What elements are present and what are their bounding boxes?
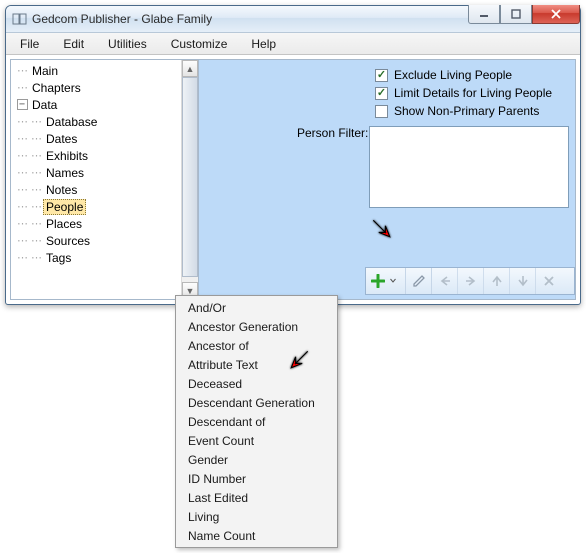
- content-pane: Exclude Living People Limit Details for …: [199, 59, 576, 300]
- app-icon: [12, 12, 28, 26]
- scroll-up-button[interactable]: ▲: [182, 60, 198, 77]
- x-icon: [542, 274, 556, 288]
- add-filter-button[interactable]: [366, 268, 406, 294]
- tree-item-main[interactable]: ⋯Main: [11, 62, 198, 79]
- filter-toolbar: [365, 267, 575, 295]
- tree-label: Names: [43, 166, 87, 180]
- check-exclude-living[interactable]: Exclude Living People: [375, 66, 567, 84]
- check-label: Show Non-Primary Parents: [394, 104, 539, 118]
- tree-label: Sources: [43, 234, 93, 248]
- edit-filter-button[interactable]: [406, 268, 432, 294]
- add-filter-menu: And/Or Ancestor Generation Ancestor of A…: [175, 295, 338, 548]
- menu-item-ancestor-gen[interactable]: Ancestor Generation: [176, 317, 337, 336]
- menu-edit[interactable]: Edit: [51, 34, 96, 54]
- tree-scrollbar[interactable]: ▲ ▼: [181, 60, 198, 299]
- tree-label: Database: [43, 115, 100, 129]
- menu-item-id-number[interactable]: ID Number: [176, 469, 337, 488]
- move-right-button[interactable]: [458, 268, 484, 294]
- window-controls: [468, 5, 580, 24]
- menu-item-attribute-text[interactable]: Attribute Text: [176, 355, 337, 374]
- move-left-button[interactable]: [432, 268, 458, 294]
- tree-label: Places: [43, 217, 85, 231]
- tree-item-notes[interactable]: ⋯⋯Notes: [11, 181, 198, 198]
- menu-item-last-edited[interactable]: Last Edited: [176, 488, 337, 507]
- tree-label: Tags: [43, 251, 74, 265]
- tree-item-database[interactable]: ⋯⋯Database: [11, 113, 198, 130]
- arrow-up-icon: [490, 274, 504, 288]
- checkbox-icon: [375, 69, 388, 82]
- plus-icon: [371, 274, 385, 288]
- menu-help[interactable]: Help: [239, 34, 288, 54]
- menu-item-andor[interactable]: And/Or: [176, 298, 337, 317]
- tree-item-dates[interactable]: ⋯⋯Dates: [11, 130, 198, 147]
- menu-customize[interactable]: Customize: [159, 34, 240, 54]
- move-down-button[interactable]: [510, 268, 536, 294]
- arrow-right-icon: [464, 274, 478, 288]
- menu-file[interactable]: File: [8, 34, 51, 54]
- menu-item-descendant-of[interactable]: Descendant of: [176, 412, 337, 431]
- tree-label: Dates: [43, 132, 80, 146]
- tree-label: People: [43, 199, 86, 215]
- tree-item-names[interactable]: ⋯⋯Names: [11, 164, 198, 181]
- checkbox-icon: [375, 105, 388, 118]
- filter-listbox[interactable]: [369, 126, 569, 208]
- tree-label: Main: [29, 64, 61, 78]
- maximize-button[interactable]: [500, 5, 532, 24]
- tree-label: Data: [29, 98, 60, 112]
- minimize-button[interactable]: [468, 5, 500, 24]
- pencil-icon: [412, 274, 426, 288]
- options-group: Exclude Living People Limit Details for …: [375, 66, 567, 120]
- chevron-down-icon: [386, 274, 400, 288]
- menu-item-name-count[interactable]: Name Count: [176, 526, 337, 545]
- check-limit-details[interactable]: Limit Details for Living People: [375, 84, 567, 102]
- tree-item-exhibits[interactable]: ⋯⋯Exhibits: [11, 147, 198, 164]
- arrow-left-icon: [438, 274, 452, 288]
- tree-item-tags[interactable]: ⋯⋯Tags: [11, 249, 198, 266]
- collapse-icon[interactable]: −: [17, 99, 28, 110]
- close-button[interactable]: [532, 5, 580, 24]
- tree-item-chapters[interactable]: ⋯Chapters: [11, 79, 198, 96]
- menu-item-descendant-gen[interactable]: Descendant Generation: [176, 393, 337, 412]
- tree-item-people[interactable]: ⋯⋯People: [11, 198, 198, 215]
- menu-item-living[interactable]: Living: [176, 507, 337, 526]
- filter-label: Person Filter:: [297, 126, 368, 140]
- nav-tree[interactable]: ⋯Main⋯Chapters−Data⋯⋯Database⋯⋯Dates⋯⋯Ex…: [10, 59, 199, 300]
- arrow-down-icon: [516, 274, 530, 288]
- tree-label: Exhibits: [43, 149, 91, 163]
- window-title: Gedcom Publisher - Glabe Family: [32, 12, 212, 26]
- move-up-button[interactable]: [484, 268, 510, 294]
- tree-label: Notes: [43, 183, 80, 197]
- check-non-primary[interactable]: Show Non-Primary Parents: [375, 102, 567, 120]
- delete-filter-button[interactable]: [536, 268, 562, 294]
- tree-item-sources[interactable]: ⋯⋯Sources: [11, 232, 198, 249]
- titlebar: Gedcom Publisher - Glabe Family: [6, 6, 580, 33]
- menubar: File Edit Utilities Customize Help: [6, 33, 580, 55]
- menu-item-event-count[interactable]: Event Count: [176, 431, 337, 450]
- check-label: Exclude Living People: [394, 68, 512, 82]
- tree-item-data[interactable]: −Data: [11, 96, 198, 113]
- window-body: ⋯Main⋯Chapters−Data⋯⋯Database⋯⋯Dates⋯⋯Ex…: [6, 55, 580, 304]
- tree-item-places[interactable]: ⋯⋯Places: [11, 215, 198, 232]
- tree-label: Chapters: [29, 81, 84, 95]
- menu-item-gender[interactable]: Gender: [176, 450, 337, 469]
- menu-item-deceased[interactable]: Deceased: [176, 374, 337, 393]
- app-window: Gedcom Publisher - Glabe Family File Edi…: [5, 5, 581, 305]
- menu-item-ancestor-of[interactable]: Ancestor of: [176, 336, 337, 355]
- check-label: Limit Details for Living People: [394, 86, 552, 100]
- scroll-thumb[interactable]: [182, 77, 198, 277]
- checkbox-icon: [375, 87, 388, 100]
- menu-utilities[interactable]: Utilities: [96, 34, 159, 54]
